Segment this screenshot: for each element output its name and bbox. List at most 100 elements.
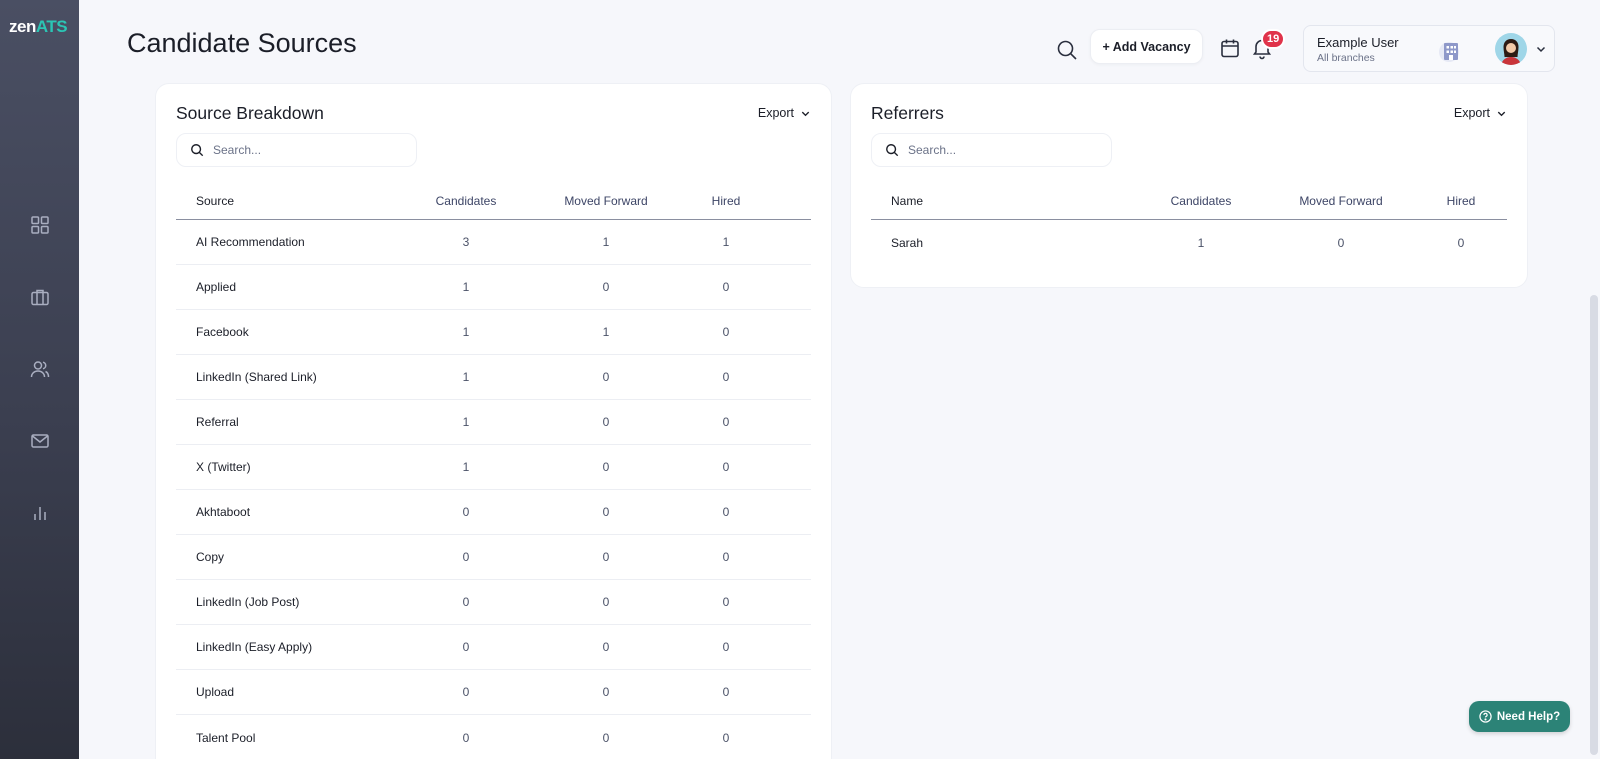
cell-moved-forward: 0 bbox=[602, 460, 610, 474]
mail-icon[interactable] bbox=[27, 428, 53, 454]
column-header-candidates[interactable]: Candidates bbox=[386, 194, 546, 208]
help-icon bbox=[1479, 710, 1492, 723]
cell-moved-forward: 0 bbox=[1337, 235, 1345, 250]
table-row[interactable]: Copy 0 0 0 bbox=[176, 535, 811, 580]
cell-moved-forward: 0 bbox=[602, 550, 610, 564]
cell-moved-forward: 0 bbox=[602, 415, 610, 429]
cell-hired: 0 bbox=[1457, 235, 1465, 250]
cell-name: LinkedIn (Job Post) bbox=[196, 595, 300, 609]
table-row[interactable]: Sarah 1 0 0 bbox=[871, 220, 1507, 265]
bar-chart-icon[interactable] bbox=[27, 500, 53, 526]
cell-moved-forward: 0 bbox=[602, 640, 610, 654]
column-header-moved-forward[interactable]: Moved Forward bbox=[546, 194, 666, 208]
column-header-hired[interactable]: Hired bbox=[1421, 194, 1501, 208]
cell-name: Talent Pool bbox=[196, 730, 256, 745]
export-label: Export bbox=[757, 106, 794, 120]
search-icon bbox=[191, 144, 204, 157]
cell-candidates: 0 bbox=[462, 505, 470, 519]
column-header-name[interactable]: Name bbox=[871, 194, 1141, 208]
cell-name: Upload bbox=[196, 685, 235, 699]
table-row[interactable]: LinkedIn (Easy Apply) 0 0 0 bbox=[176, 625, 811, 670]
cell-hired: 0 bbox=[722, 325, 730, 339]
user-name: Example User bbox=[1317, 35, 1399, 50]
dashboard-icon[interactable] bbox=[27, 212, 53, 238]
referrers-card: Referrers Export Name Candidates Moved F… bbox=[850, 83, 1528, 288]
card-title: Referrers bbox=[871, 103, 944, 123]
column-header-source[interactable]: Source bbox=[176, 194, 386, 208]
cell-name: LinkedIn (Shared Link) bbox=[196, 370, 317, 384]
table-row[interactable]: Talent Pool 0 0 0 bbox=[176, 715, 811, 759]
user-scope: All branches bbox=[1317, 52, 1375, 64]
search-box bbox=[871, 133, 1112, 167]
search-input[interactable] bbox=[213, 143, 393, 157]
chevron-down-icon[interactable] bbox=[1534, 42, 1548, 56]
cell-name: Referral bbox=[196, 415, 239, 429]
table-row[interactable]: AI Recommendation 3 1 1 bbox=[176, 220, 811, 265]
cell-moved-forward: 1 bbox=[602, 235, 610, 249]
table-header: Source Candidates Moved Forward Hired bbox=[176, 182, 811, 220]
export-label: Export bbox=[1453, 106, 1490, 120]
cell-candidates: 0 bbox=[462, 595, 470, 609]
cell-hired: 0 bbox=[722, 595, 730, 609]
cell-candidates: 1 bbox=[462, 325, 470, 339]
cell-candidates: 1 bbox=[462, 370, 470, 384]
building-icon bbox=[1438, 37, 1464, 63]
calendar-icon[interactable] bbox=[1219, 37, 1241, 59]
briefcase-icon[interactable] bbox=[27, 284, 53, 310]
cell-hired: 0 bbox=[722, 685, 730, 699]
column-header-moved-forward[interactable]: Moved Forward bbox=[1261, 194, 1421, 208]
column-header-hired[interactable]: Hired bbox=[666, 194, 786, 208]
logo-accent: ATS bbox=[35, 17, 68, 36]
search-icon bbox=[886, 144, 899, 157]
cell-name: X (Twitter) bbox=[196, 460, 251, 474]
need-help-button[interactable]: Need Help? bbox=[1469, 701, 1570, 732]
table-row[interactable]: Facebook 1 1 0 bbox=[176, 310, 811, 355]
cell-candidates: 1 bbox=[462, 460, 470, 474]
search-input[interactable] bbox=[908, 143, 1088, 157]
cell-hired: 0 bbox=[722, 460, 730, 474]
cell-name: Sarah bbox=[891, 235, 924, 250]
logo-main: zen bbox=[9, 17, 36, 36]
page-title: Candidate Sources bbox=[127, 28, 357, 58]
referrers-table: Name Candidates Moved Forward Hired Sara… bbox=[871, 182, 1507, 265]
cell-candidates: 1 bbox=[462, 280, 470, 294]
user-menu[interactable]: Example User All branches bbox=[1303, 25, 1555, 72]
cell-candidates: 0 bbox=[462, 685, 470, 699]
cell-hired: 0 bbox=[722, 550, 730, 564]
users-icon[interactable] bbox=[27, 356, 53, 382]
cell-name: AI Recommendation bbox=[196, 235, 305, 249]
table-header: Name Candidates Moved Forward Hired bbox=[871, 182, 1507, 220]
cell-candidates: 0 bbox=[462, 730, 470, 745]
cell-moved-forward: 1 bbox=[602, 325, 610, 339]
table-row[interactable]: Applied 1 0 0 bbox=[176, 265, 811, 310]
search-icon[interactable] bbox=[1055, 38, 1079, 62]
table-row[interactable]: Referral 1 0 0 bbox=[176, 400, 811, 445]
app-logo[interactable]: zenATS bbox=[9, 17, 68, 37]
table-row[interactable]: Akhtaboot 0 0 0 bbox=[176, 490, 811, 535]
source-breakdown-card: Source Breakdown Export Source Candidate… bbox=[155, 83, 832, 759]
table-row[interactable]: LinkedIn (Job Post) 0 0 0 bbox=[176, 580, 811, 625]
cell-moved-forward: 0 bbox=[602, 505, 610, 519]
source-table: Source Candidates Moved Forward Hired AI… bbox=[176, 182, 811, 759]
column-header-candidates[interactable]: Candidates bbox=[1141, 194, 1261, 208]
export-button[interactable]: Export bbox=[1454, 106, 1507, 120]
scrollbar-thumb[interactable] bbox=[1590, 295, 1598, 755]
notification-badge: 19 bbox=[1261, 29, 1286, 49]
table-row[interactable]: Upload 0 0 0 bbox=[176, 670, 811, 715]
export-button[interactable]: Export bbox=[758, 106, 811, 120]
avatar[interactable] bbox=[1495, 33, 1527, 65]
chevron-down-icon bbox=[1497, 111, 1506, 116]
cell-candidates: 0 bbox=[462, 550, 470, 564]
sidebar: zenATS bbox=[0, 0, 79, 759]
cell-candidates: 3 bbox=[462, 235, 470, 249]
cell-hired: 0 bbox=[722, 370, 730, 384]
cell-moved-forward: 0 bbox=[602, 730, 610, 745]
scrollbar[interactable] bbox=[1588, 0, 1600, 759]
cell-candidates: 1 bbox=[1197, 235, 1205, 250]
cell-name: LinkedIn (Easy Apply) bbox=[196, 640, 313, 654]
add-vacancy-button[interactable]: + Add Vacancy bbox=[1090, 29, 1203, 64]
table-row[interactable]: LinkedIn (Shared Link) 1 0 0 bbox=[176, 355, 811, 400]
table-row[interactable]: X (Twitter) 1 0 0 bbox=[176, 445, 811, 490]
chevron-down-icon bbox=[801, 111, 810, 116]
table-body: AI Recommendation 3 1 1 Applied 1 0 0 Facebook 1 1… bbox=[176, 220, 811, 759]
